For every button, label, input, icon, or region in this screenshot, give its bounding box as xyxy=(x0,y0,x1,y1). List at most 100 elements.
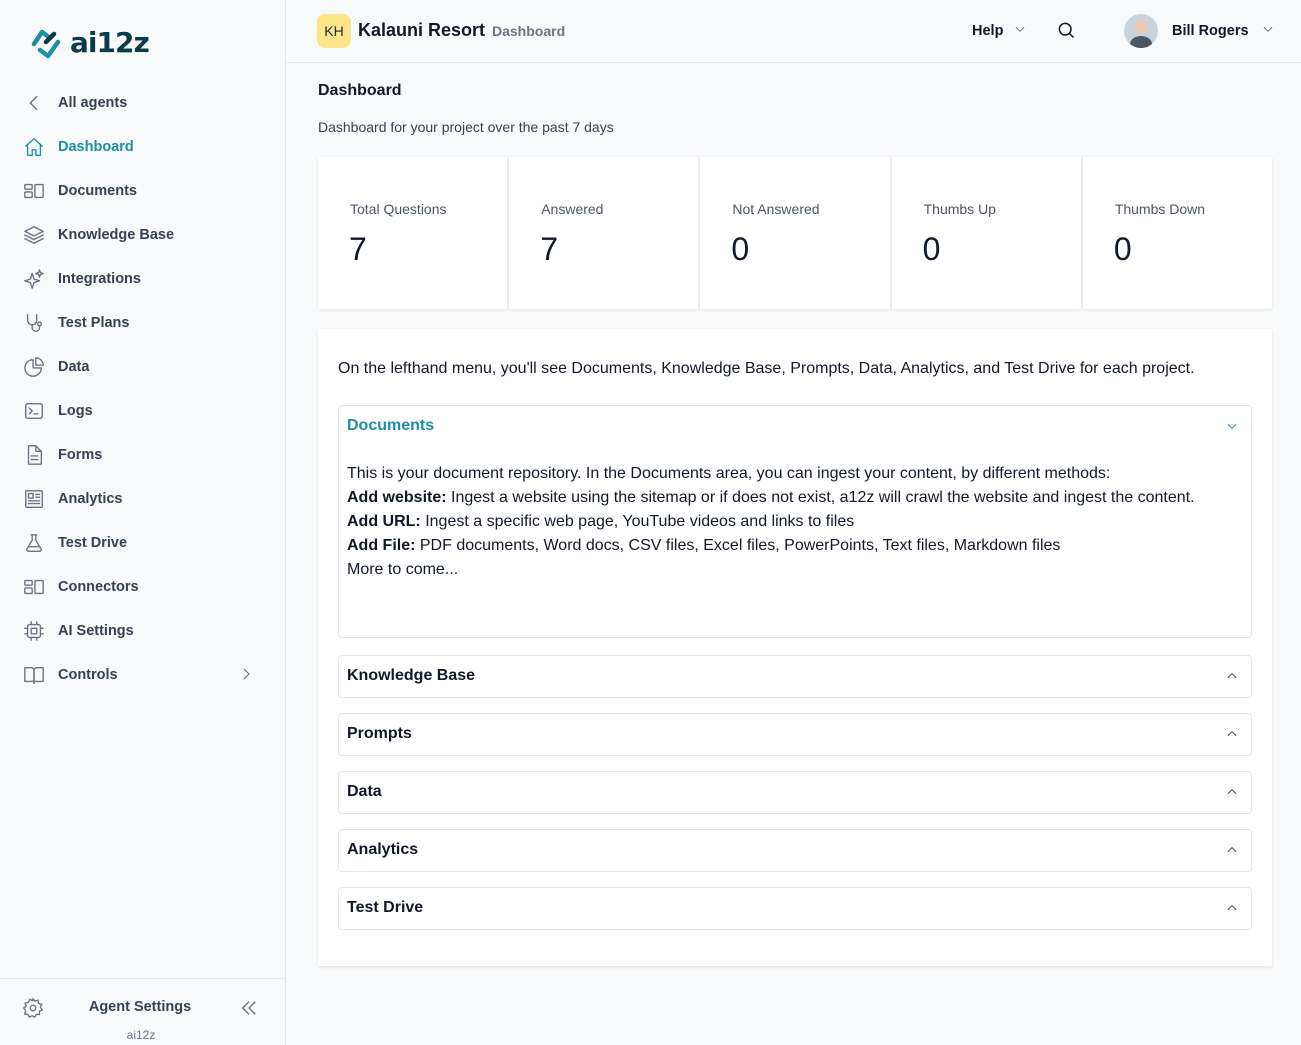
stat-card-thumbs-down: Thumbs Down 0 xyxy=(1082,157,1273,309)
avatar xyxy=(1124,14,1158,48)
sidebar-item-label: Integrations xyxy=(58,271,141,287)
project-badge[interactable]: KH xyxy=(317,14,351,48)
sidebar: ai12z All agents Dashboard Documents Kno… xyxy=(0,0,286,1045)
chevron-up-icon xyxy=(1225,901,1239,920)
sidebar-item-ai-settings[interactable]: AI Settings xyxy=(0,609,285,653)
stat-value: 0 xyxy=(922,231,941,267)
book-icon xyxy=(22,663,46,687)
stat-value: 0 xyxy=(1113,231,1132,267)
sidebar-item-label: Analytics xyxy=(58,491,123,507)
chevron-down-icon xyxy=(1225,419,1239,438)
breadcrumb-current-page: Dashboard xyxy=(492,23,566,39)
chevron-down-icon xyxy=(1261,22,1275,41)
logo-text: ai12z xyxy=(70,25,150,59)
sidebar-item-test-drive[interactable]: Test Drive xyxy=(0,521,285,565)
connectors-icon xyxy=(22,575,46,599)
add-file-line: Add File: PDF documents, Word docs, CSV … xyxy=(347,534,1243,558)
add-file-text: PDF documents, Word docs, CSV files, Exc… xyxy=(415,537,1061,554)
chevron-up-icon xyxy=(1225,727,1239,746)
sidebar-item-dashboard[interactable]: Dashboard xyxy=(0,125,285,169)
layers-icon xyxy=(22,223,46,247)
sidebar-item-label: All agents xyxy=(58,95,128,111)
sidebar-item-analytics[interactable]: Analytics xyxy=(0,477,285,521)
help-info-card: On the lefthand menu, you'll see Documen… xyxy=(318,329,1272,966)
documents-description: This is your document repository. In the… xyxy=(347,465,1111,482)
sidebar-item-documents[interactable]: Documents xyxy=(0,169,285,213)
accordion-header-data[interactable]: Data xyxy=(339,772,1251,813)
accordion-title: Knowledge Base xyxy=(347,667,476,684)
search-icon[interactable] xyxy=(1056,20,1076,45)
sidebar-item-all-agents[interactable]: All agents xyxy=(0,81,285,125)
agent-name: ai12z xyxy=(126,1028,156,1042)
sidebar-item-logs[interactable]: Logs xyxy=(0,389,285,433)
sidebar-item-label: Knowledge Base xyxy=(58,227,175,243)
accordion-analytics[interactable]: Analytics xyxy=(338,829,1252,872)
sidebar-item-integrations[interactable]: Integrations xyxy=(0,257,285,301)
accordion-test-drive[interactable]: Test Drive xyxy=(338,887,1252,930)
help-label: Help xyxy=(972,23,1004,39)
accordion-title: Prompts xyxy=(347,725,412,742)
stat-value: 7 xyxy=(540,231,558,267)
sidebar-item-label: Logs xyxy=(58,403,93,419)
more-to-come: More to come... xyxy=(347,561,459,578)
accordion-header-test-drive[interactable]: Test Drive xyxy=(339,888,1251,929)
accordion-prompts[interactable]: Prompts xyxy=(338,713,1252,756)
add-url-label: Add URL: xyxy=(347,513,421,530)
sidebar-item-label: Controls xyxy=(58,667,118,683)
accordion-title: Analytics xyxy=(347,841,419,858)
stat-card-answered: Answered 7 xyxy=(509,157,699,309)
chevron-up-icon xyxy=(1225,843,1239,862)
accordion-knowledge-base[interactable]: Knowledge Base xyxy=(338,655,1252,698)
sidebar-item-test-plans[interactable]: Test Plans xyxy=(0,301,285,345)
sidebar-item-label: Documents xyxy=(58,183,137,199)
accordion-header-documents[interactable]: Documents xyxy=(339,406,1251,447)
accordion-header-knowledge-base[interactable]: Knowledge Base xyxy=(339,656,1251,697)
collapse-sidebar-icon[interactable] xyxy=(238,997,260,1024)
sidebar-item-forms[interactable]: Forms xyxy=(0,433,285,477)
sidebar-item-label: Connectors xyxy=(58,579,139,595)
accordion-data[interactable]: Data xyxy=(338,771,1252,814)
stat-label: Answered xyxy=(541,201,604,217)
sidebar-item-label: Test Plans xyxy=(58,315,130,331)
sparkles-icon xyxy=(22,267,46,291)
accordion-header-analytics[interactable]: Analytics xyxy=(339,830,1251,871)
add-url-line: Add URL: Ingest a specific web page, You… xyxy=(347,510,1243,534)
sidebar-item-connectors[interactable]: Connectors xyxy=(0,565,285,609)
stethoscope-icon xyxy=(22,311,46,335)
ai12z-logo[interactable]: ai12z xyxy=(30,24,150,60)
sidebar-item-label: Dashboard xyxy=(58,139,134,155)
stat-card-not-answered: Not Answered 0 xyxy=(700,157,890,309)
sidebar-item-knowledge-base[interactable]: Knowledge Base xyxy=(0,213,285,257)
accordion-body-documents: This is your document repository. In the… xyxy=(339,447,1251,582)
sidebar-item-controls[interactable]: Controls xyxy=(0,653,285,697)
sidebar-nav: All agents Dashboard Documents Knowledge… xyxy=(0,81,285,697)
chevron-right-icon xyxy=(237,665,255,688)
page-title: Dashboard xyxy=(318,82,402,99)
pie-chart-icon xyxy=(22,355,46,379)
ai12z-logo-icon xyxy=(31,29,61,59)
stat-card-total-questions: Total Questions 7 xyxy=(318,157,508,309)
stat-value: 7 xyxy=(349,231,367,267)
help-menu-button[interactable]: Help xyxy=(972,22,1027,40)
documents-icon xyxy=(22,179,46,203)
user-menu-button[interactable]: Bill Rogers xyxy=(1124,14,1275,48)
chip-icon xyxy=(22,619,46,643)
top-header: KH Kalauni Resort Dashboard Help Bill Ro… xyxy=(286,0,1301,63)
add-url-text: Ingest a specific web page, YouTube vide… xyxy=(420,513,855,530)
stat-label: Thumbs Down xyxy=(1114,201,1206,217)
flask-icon xyxy=(22,531,46,555)
stat-label: Not Answered xyxy=(732,201,820,217)
accordion-title: Data xyxy=(347,783,382,800)
sidebar-item-label: Forms xyxy=(58,447,103,463)
home-icon xyxy=(22,135,46,159)
add-website-text: Ingest a website using the sitemap or if… xyxy=(446,489,1195,506)
sidebar-item-data[interactable]: Data xyxy=(0,345,285,389)
accordion-documents: Documents This is your document reposito… xyxy=(338,405,1252,638)
accordion-header-prompts[interactable]: Prompts xyxy=(339,714,1251,755)
newspaper-icon xyxy=(22,487,46,511)
page-subtitle: Dashboard for your project over the past… xyxy=(318,119,614,135)
sidebar-footer: Agent Settings ai12z xyxy=(0,978,285,1045)
stat-label: Total Questions xyxy=(350,201,447,217)
chevron-up-icon xyxy=(1225,785,1239,804)
chevron-left-icon xyxy=(22,91,46,115)
